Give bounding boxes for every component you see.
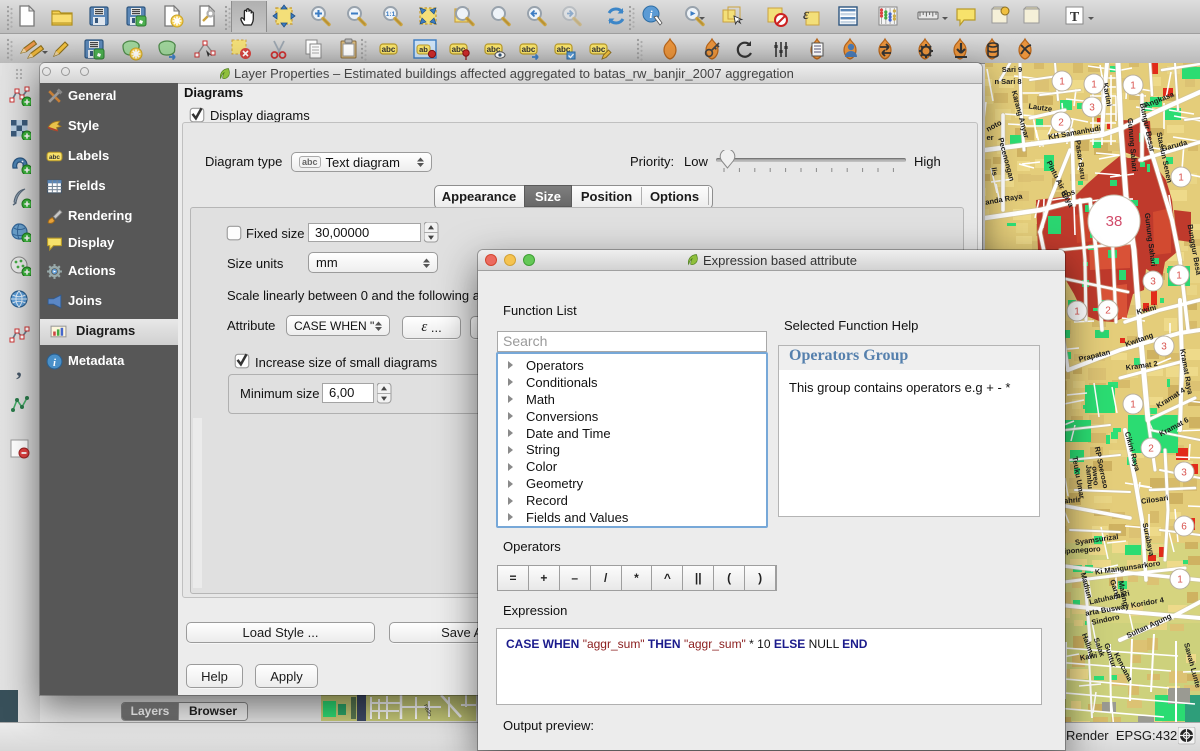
svg-text:1: 1 <box>1176 271 1182 282</box>
svg-text:ε: ε <box>803 7 809 23</box>
svg-text:3: 3 <box>1161 342 1167 353</box>
svg-text:1: 1 <box>1074 307 1080 318</box>
svg-text:3: 3 <box>1089 103 1095 114</box>
svg-text:2: 2 <box>1148 444 1154 455</box>
svg-text:1: 1 <box>1130 81 1136 92</box>
svg-text:38: 38 <box>1106 213 1123 230</box>
svg-text:1: 1 <box>1177 575 1183 586</box>
svg-text:abc: abc <box>522 45 536 54</box>
svg-text:T: T <box>1070 10 1080 25</box>
svg-text:2: 2 <box>1058 118 1064 129</box>
svg-text:,: , <box>16 358 22 380</box>
svg-text:abc: abc <box>592 45 606 54</box>
svg-text:2: 2 <box>1105 306 1111 317</box>
svg-text:1: 1 <box>1091 80 1097 91</box>
svg-text:n Sari 8: n Sari 8 <box>994 77 1021 86</box>
svg-text:ab: ab <box>419 45 428 54</box>
svg-text:er: er <box>986 133 993 142</box>
svg-text:i: i <box>53 358 56 369</box>
svg-text:3: 3 <box>1181 468 1187 479</box>
svg-text:oweo: oweo <box>1090 466 1101 486</box>
svg-text:3: 3 <box>1150 277 1156 288</box>
svg-text:6: 6 <box>1181 522 1187 533</box>
svg-text:1: 1 <box>1130 400 1136 411</box>
svg-text:Sari 9: Sari 9 <box>1002 65 1022 74</box>
svg-text:abc: abc <box>382 45 396 54</box>
svg-text:1: 1 <box>1178 173 1184 184</box>
svg-text:1:1: 1:1 <box>386 11 396 18</box>
svg-text:abc: abc <box>49 154 60 161</box>
svg-text:lis: lis <box>989 167 999 177</box>
svg-text:1: 1 <box>1059 77 1065 88</box>
